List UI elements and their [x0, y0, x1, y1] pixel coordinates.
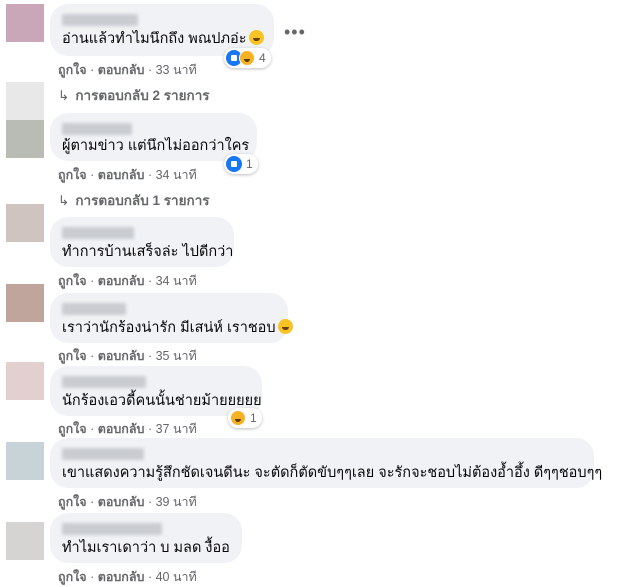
avatar[interactable] — [6, 442, 44, 480]
commenter-name-blurred[interactable] — [62, 376, 146, 388]
comment-text: ทำไมเราเดาว่า บ มลด งื้ออ — [62, 540, 230, 556]
avatar[interactable] — [6, 284, 44, 322]
comment-bubble: ผู้ตามข่าว แต่นึกไม่ออกว่าใคร — [50, 113, 257, 161]
like-button[interactable]: ถูกใจ — [58, 168, 87, 182]
reply-arrow-icon: ↳ — [58, 88, 70, 103]
reply-button[interactable]: ตอบกลับ — [98, 570, 145, 584]
reply-button[interactable]: ตอบกลับ — [98, 422, 145, 436]
reply-button[interactable]: ตอบกลับ — [98, 63, 145, 77]
avatar[interactable] — [6, 362, 44, 400]
reply-button[interactable]: ตอบกลับ — [98, 168, 145, 182]
commenter-name-blurred[interactable] — [62, 523, 162, 535]
timestamp[interactable]: 35 นาที — [156, 349, 197, 363]
reply-button[interactable]: ตอบกลับ — [98, 349, 145, 363]
reply-button[interactable]: ตอบกลับ — [98, 495, 145, 509]
view-replies-link[interactable]: ↳ การตอบกลับ 2 รายการ — [58, 84, 210, 106]
haha-icon — [230, 410, 246, 426]
comment-bubble: ทำไมเราเดาว่า บ มลด งื้ออ — [50, 513, 242, 563]
reaction-summary[interactable]: 1 — [228, 408, 262, 428]
grinning-emoji-icon — [277, 319, 293, 334]
reaction-count: 1 — [250, 411, 257, 425]
comment-bubble: ทำการบ้านเสร็จล่ะ ไปดีกว่า — [50, 217, 234, 267]
commenter-name-blurred[interactable] — [62, 14, 138, 26]
like-icon — [226, 156, 242, 172]
reaction-count: 1 — [246, 157, 253, 171]
haha-icon — [239, 50, 255, 66]
view-replies-link[interactable]: ↳ การตอบกลับ 1 รายการ — [58, 189, 210, 211]
comment-text: นักร้องเอวดี้คนนั้นช่ายม้ายยยยย — [62, 393, 262, 409]
commenter-name-blurred[interactable] — [62, 123, 132, 135]
comment-bubble: นักร้องเอวดี้คนนั้นช่ายม้ายยยยย — [50, 366, 262, 416]
reaction-count: 4 — [259, 51, 266, 65]
timestamp[interactable]: 39 นาที — [156, 495, 197, 509]
timestamp[interactable]: 33 นาที — [156, 63, 197, 77]
avatar[interactable] — [6, 204, 44, 242]
like-button[interactable]: ถูกใจ — [58, 63, 87, 77]
timestamp[interactable]: 34 นาที — [156, 274, 197, 288]
commenter-name-blurred[interactable] — [62, 303, 126, 315]
commenter-name-blurred[interactable] — [62, 448, 144, 460]
reply-button[interactable]: ตอบกลับ — [98, 274, 145, 288]
laughing-emoji-icon — [248, 30, 264, 45]
like-button[interactable]: ถูกใจ — [58, 570, 87, 584]
avatar[interactable] — [6, 4, 44, 42]
avatar[interactable] — [6, 120, 44, 158]
comment-text: ทำการบ้านเสร็จล่ะ ไปดีกว่า — [62, 244, 234, 260]
like-button[interactable]: ถูกใจ — [58, 495, 87, 509]
timestamp[interactable]: 34 นาที — [156, 168, 197, 182]
timestamp[interactable]: 37 นาที — [156, 422, 197, 436]
reaction-summary[interactable]: 1 — [224, 154, 258, 174]
commenter-name-blurred[interactable] — [62, 227, 134, 239]
like-button[interactable]: ถูกใจ — [58, 422, 87, 436]
more-options-icon[interactable]: ••• — [284, 22, 306, 43]
comment-text: เราว่านักร้องน่ารัก มีเสน่ห์ เราชอบ — [62, 320, 276, 336]
comment-text: อ่านแล้วทำไมนึกถึง พณปภอ่ะ — [62, 31, 247, 47]
timestamp[interactable]: 40 นาที — [156, 570, 197, 584]
avatar[interactable] — [6, 522, 44, 560]
avatar — [6, 82, 44, 120]
comment-text: ผู้ตามข่าว แต่นึกไม่ออกว่าใคร — [62, 138, 250, 154]
comment-bubble: เราว่านักร้องน่ารัก มีเสน่ห์ เราชอบ — [50, 293, 293, 343]
like-button[interactable]: ถูกใจ — [58, 349, 87, 363]
reaction-summary[interactable]: 4 — [224, 48, 271, 68]
like-button[interactable]: ถูกใจ — [58, 274, 87, 288]
reply-arrow-icon: ↳ — [58, 193, 70, 208]
comment-bubble: เขาแสดงความรู้สึกชัดเจนดีนะ จะตัดก็ตัดขั… — [50, 438, 603, 488]
comment-text: เขาแสดงความรู้สึกชัดเจนดีนะ จะตัดก็ตัดขั… — [62, 465, 603, 481]
